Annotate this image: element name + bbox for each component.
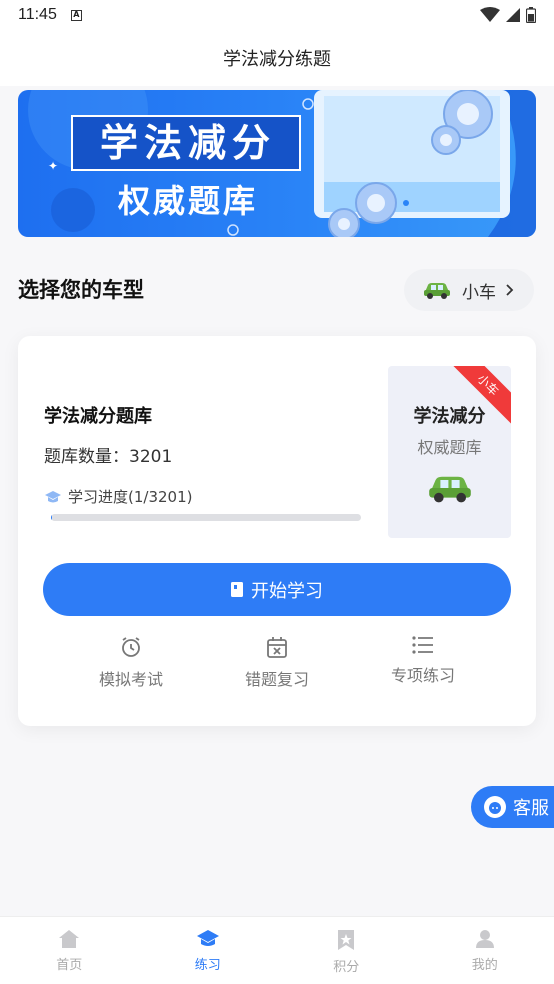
bottom-tab-bar: 首页 练习 积分 我的 [0,916,554,984]
bank-count-value: 3201 [129,447,173,467]
graduation-cap-icon [196,930,219,946]
tab-label: 我的 [471,958,498,973]
book-icon [231,582,243,597]
car-type-selector[interactable]: 小车 [404,269,534,311]
car-type-label: 小车 [462,282,496,303]
tool-mock-exam[interactable]: 模拟考试 [76,636,186,690]
banner-headline: 学法减分 [99,121,276,165]
status-time: 11:45 [18,6,57,23]
start-learning-button[interactable]: 开始学习 [43,563,511,616]
page-title: 学法减分练题 [223,49,331,70]
svg-text:✦: ✦ [48,159,58,173]
tool-special-practice[interactable]: 专项练习 [368,636,478,690]
tab-home[interactable]: 首页 [0,917,139,984]
calendar-x-icon [267,637,287,658]
question-bank-card: 学法减分题库 题库数量：3201 学习进度(1/3201) 小车 学法减分 权威… [18,336,536,726]
badge-star-icon [338,930,355,950]
tab-points[interactable]: 积分 [277,917,416,984]
cover-subtitle: 权威题库 [417,438,482,457]
graduation-cap-icon [45,490,61,502]
car-icon [428,476,471,503]
chevron-right-icon [506,284,514,296]
bank-cover[interactable]: 小车 学法减分 权威题库 [388,366,511,538]
notification-a-icon: A [70,9,82,21]
progress-row: 学习进度(1/3201) [44,486,192,507]
bank-name: 学法减分题库 [44,406,152,427]
app-bar: 学法减分练题 [0,30,554,86]
start-learning-label: 开始学习 [251,580,323,602]
status-bar: 11:45 A [0,0,554,30]
list-icon [412,636,433,654]
tab-label: 首页 [56,958,83,973]
service-avatar-icon [484,796,506,818]
user-icon [475,930,494,948]
tab-mine[interactable]: 我的 [416,917,554,984]
home-icon [59,930,80,948]
wifi-icon [480,7,500,22]
tool-label: 专项练习 [390,666,455,685]
customer-service-button[interactable]: 客服 [471,786,554,828]
service-label: 客服 [513,798,549,819]
progress-label: 学习进度(1/3201) [68,488,193,506]
bank-count: 题库数量：3201 [44,442,172,467]
battery-icon [526,7,536,23]
tab-practice[interactable]: 练习 [139,917,278,984]
tool-wrong-review[interactable]: 错题复习 [222,636,332,690]
status-icons [480,7,536,23]
bank-count-label: 题库数量： [44,447,129,467]
tool-label: 模拟考试 [98,670,163,689]
signal-icon [506,8,520,22]
section-title: 选择您的车型 [18,278,144,302]
tab-label: 练习 [194,958,221,973]
promo-banner[interactable]: ✦ 学法减分 权威题库 [18,90,536,237]
progress-bar [51,514,361,521]
tab-label: 积分 [333,960,360,975]
tool-row: 模拟考试 错题复习 专项练习 [18,636,536,690]
alarm-clock-icon [122,637,140,657]
tool-label: 错题复习 [244,670,309,689]
banner-subline: 权威题库 [117,182,258,220]
car-icon [424,283,450,299]
